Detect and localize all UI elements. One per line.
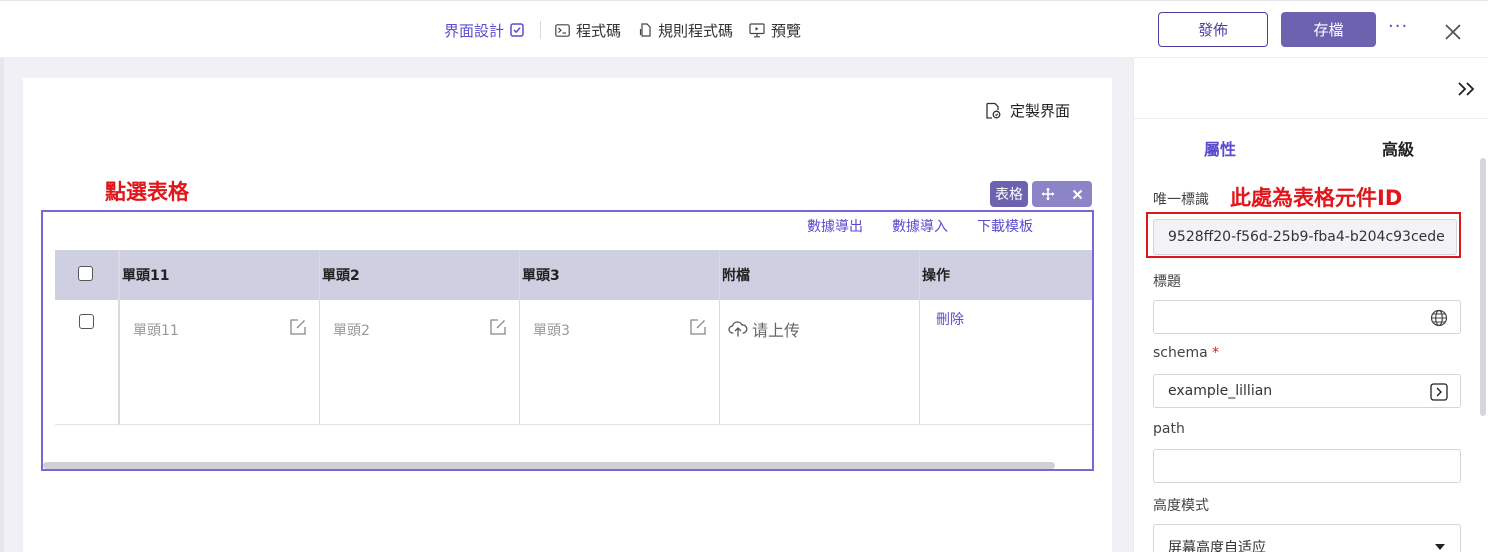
component-type-tag: 表格 — [990, 181, 1028, 207]
column-header[interactable]: 單頭11 — [122, 250, 169, 300]
edit-icon[interactable] — [489, 318, 507, 336]
table-cell[interactable]: 單頭11 — [133, 320, 179, 340]
remove-component-icon[interactable] — [1072, 189, 1083, 200]
tab-preview-label: 預覽 — [771, 21, 802, 40]
data-table: 單頭11 單頭2 單頭3 附檔 操作 單頭11 單頭2 單頭3 — [55, 250, 1092, 425]
panel-vertical-scrollbar[interactable] — [1480, 158, 1486, 416]
globe-icon[interactable] — [1430, 309, 1448, 327]
column-header[interactable]: 單頭3 — [522, 250, 560, 300]
chevron-right-square-icon[interactable] — [1430, 383, 1448, 401]
monitor-icon — [749, 22, 765, 37]
tab-properties[interactable]: 屬性 — [1204, 136, 1236, 160]
double-chevron-right-icon[interactable] — [1456, 79, 1478, 99]
delete-row-link[interactable]: 刪除 — [936, 309, 964, 329]
custom-ui-button[interactable]: 定製界面 — [985, 100, 1070, 121]
height-mode-select[interactable]: 屏幕高度自适应 — [1153, 524, 1461, 552]
component-tools — [1032, 181, 1092, 207]
panel-divider — [1133, 118, 1488, 119]
mode-tabs: 界面設計 程式碼 規則程式碼 預覽 — [444, 18, 801, 42]
annotation-select-table: 點選表格 — [105, 180, 189, 204]
table-cell[interactable]: 單頭2 — [333, 320, 370, 340]
height-mode-value: 屏幕高度自适应 — [1168, 540, 1266, 552]
more-options-button[interactable]: ··· — [1388, 16, 1408, 37]
tab-rule-code[interactable]: 規則程式碼 — [639, 20, 733, 41]
move-icon[interactable] — [1041, 187, 1055, 201]
download-template-link[interactable]: 下載模板 — [977, 216, 1033, 236]
path-label: path — [1153, 421, 1185, 437]
edit-icon[interactable] — [689, 318, 707, 336]
column-divider — [119, 250, 120, 425]
caret-down-icon — [1435, 544, 1445, 550]
row-checkbox[interactable] — [79, 314, 94, 329]
column-divider — [319, 250, 320, 425]
canvas-edge — [0, 58, 4, 552]
title-field[interactable] — [1153, 300, 1461, 334]
column-divider — [719, 250, 720, 425]
path-field[interactable] — [1153, 449, 1461, 483]
tab-preview[interactable]: 預覽 — [749, 20, 801, 41]
column-divider — [919, 250, 920, 425]
unique-id-field[interactable]: 9528ff20-f56d-25b9-fba4-b204c93cede — [1153, 219, 1457, 255]
table-cell[interactable]: 單頭3 — [533, 320, 570, 340]
unique-id-label: 唯一標識 — [1153, 192, 1209, 208]
horizontal-scrollbar[interactable] — [43, 462, 1055, 469]
file-edit-icon — [986, 102, 1001, 119]
tab-rule-code-label: 規則程式碼 — [658, 21, 734, 40]
column-header[interactable]: 操作 — [922, 250, 950, 300]
title-label: 標題 — [1153, 274, 1181, 290]
publish-button[interactable]: 發佈 — [1158, 12, 1268, 47]
schema-value: example_lillian — [1168, 383, 1273, 399]
select-all-checkbox[interactable] — [78, 266, 93, 281]
annotation-component-id: 此處為表格元件ID — [1230, 186, 1403, 210]
tab-code[interactable]: 程式碼 — [555, 20, 621, 41]
column-divider — [519, 250, 520, 425]
schema-field[interactable]: example_lillian — [1153, 374, 1461, 408]
tab-ui-design[interactable]: 界面設計 — [444, 20, 524, 41]
table-header: 單頭11 單頭2 單頭3 附檔 操作 — [55, 250, 1092, 300]
height-mode-label: 高度模式 — [1153, 498, 1209, 514]
close-icon[interactable] — [1443, 22, 1463, 42]
column-header[interactable]: 附檔 — [722, 250, 750, 300]
tab-ui-design-label: 界面設計 — [444, 21, 505, 40]
save-button[interactable]: 存檔 — [1281, 12, 1376, 47]
upload-label: 请上传 — [752, 321, 801, 340]
required-mark: * — [1212, 345, 1220, 361]
checkbox-square-icon — [510, 23, 524, 37]
file-code-icon — [639, 23, 651, 37]
cloud-upload-icon — [728, 321, 748, 337]
column-header[interactable]: 單頭2 — [322, 250, 360, 300]
schema-label-text: schema — [1153, 345, 1208, 361]
nav-divider — [540, 21, 542, 39]
tab-code-label: 程式碼 — [576, 21, 622, 40]
custom-ui-label: 定製界面 — [1010, 102, 1071, 120]
tab-advanced[interactable]: 高級 — [1382, 136, 1414, 160]
schema-label: schema * — [1153, 345, 1219, 361]
terminal-icon — [555, 23, 570, 37]
upload-button[interactable]: 请上传 — [728, 317, 800, 341]
data-import-link[interactable]: 數據導入 — [892, 216, 948, 236]
edit-icon[interactable] — [289, 318, 307, 336]
data-export-link[interactable]: 數據導出 — [807, 216, 863, 236]
